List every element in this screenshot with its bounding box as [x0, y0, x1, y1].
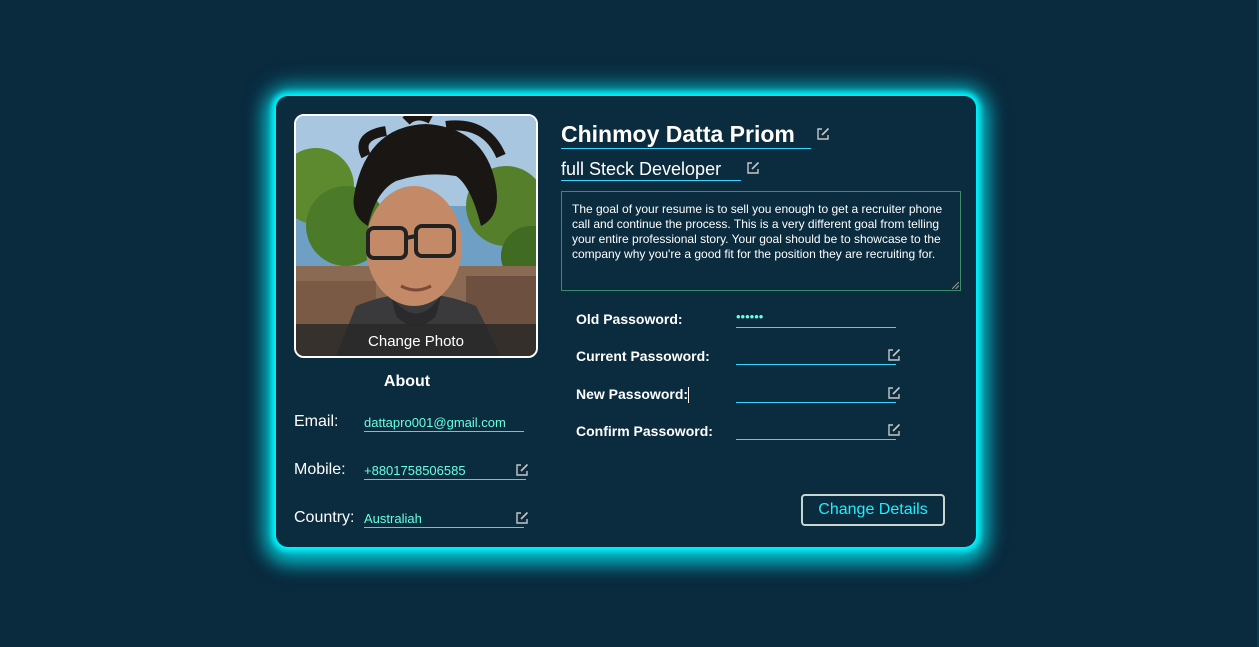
country-field[interactable]: Australiah [364, 511, 524, 528]
confirm-password-input[interactable] [736, 423, 896, 440]
edit-icon[interactable] [746, 161, 760, 175]
profile-photo-image [296, 116, 536, 356]
profile-job-title: full Steck Developer [561, 159, 722, 179]
password-row-confirm: Confirm Passoword: [576, 423, 906, 445]
about-row-country: Country: Australiah [294, 509, 534, 531]
edit-icon[interactable] [887, 348, 901, 362]
text-caret [688, 387, 690, 404]
mobile-field[interactable]: +8801758506585 [364, 463, 526, 480]
confirm-password-label: Confirm Passoword: [576, 423, 713, 439]
about-row-mobile: Mobile: +8801758506585 [294, 461, 534, 483]
email-field[interactable]: dattapro001@gmail.com [364, 415, 524, 432]
email-label: Email: [294, 413, 339, 430]
password-row-current: Current Passoword: [576, 348, 906, 370]
change-photo-button[interactable]: Change Photo [296, 324, 536, 356]
edit-icon[interactable] [515, 463, 529, 477]
change-details-button[interactable]: Change Details [801, 494, 945, 526]
edit-icon[interactable] [515, 511, 529, 525]
about-row-email: Email: dattapro001@gmail.com [294, 413, 534, 435]
mobile-label: Mobile: [294, 461, 346, 478]
edit-icon[interactable] [887, 386, 901, 400]
bio-text: The goal of your resume is to sell you e… [572, 202, 943, 261]
edit-icon[interactable] [816, 127, 830, 141]
job-title-field[interactable]: full Steck Developer [561, 158, 741, 181]
old-password-input[interactable]: •••••• [736, 310, 896, 328]
old-password-label: Old Passoword: [576, 311, 683, 327]
current-password-label: Current Passoword: [576, 348, 710, 364]
bio-textarea[interactable]: The goal of your resume is to sell you e… [561, 191, 961, 291]
profile-name: Chinmoy Datta Priom [561, 121, 795, 147]
new-password-label: New Passoword: [576, 386, 690, 404]
current-password-input[interactable] [736, 348, 896, 365]
country-label: Country: [294, 509, 355, 526]
password-row-old: Old Passoword: •••••• [576, 310, 906, 333]
name-field[interactable]: Chinmoy Datta Priom [561, 120, 811, 149]
new-password-input[interactable] [736, 386, 896, 403]
about-heading: About [383, 373, 431, 390]
profile-photo[interactable]: Change Photo [294, 114, 538, 358]
edit-icon[interactable] [887, 423, 901, 437]
profile-card: Change Photo About Email: dattapro001@gm… [276, 96, 976, 547]
password-row-new: New Passoword: [576, 386, 906, 408]
resize-grip-icon[interactable] [952, 282, 959, 289]
